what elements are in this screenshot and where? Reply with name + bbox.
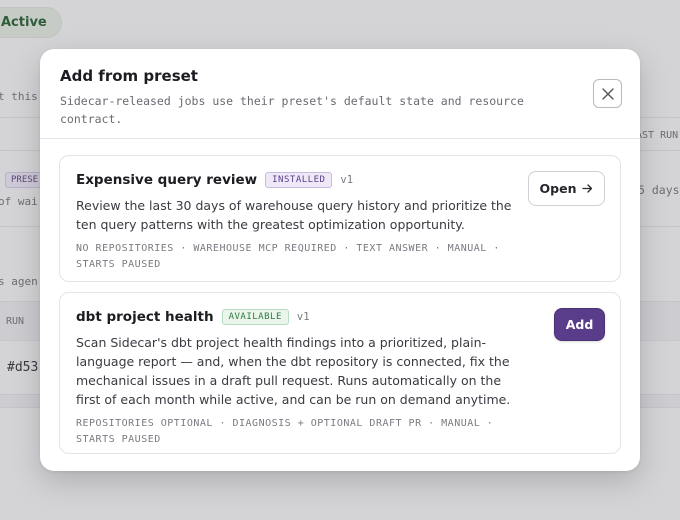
preset-meta: NO REPOSITORIES · WAREHOUSE MCP REQUIRED… <box>76 243 500 270</box>
dialog-header: Add from preset Sidecar-released jobs us… <box>40 49 640 139</box>
preset-meta: REPOSITORIES OPTIONAL · DIAGNOSIS + OPTI… <box>76 418 494 445</box>
open-button-label: Open <box>539 181 577 196</box>
close-button[interactable] <box>593 79 622 108</box>
background-badge: PRESE <box>5 172 45 188</box>
background-run-id: #d53 <box>7 360 39 375</box>
open-button[interactable]: Open <box>528 171 605 206</box>
background-text: of wai <box>0 195 38 208</box>
background-column-header: RUN <box>6 316 25 327</box>
preset-description: Scan Sidecar's dbt project health findin… <box>76 335 511 407</box>
preset-card-header: dbt project health AVAILABLE v1 <box>76 307 604 327</box>
preset-description: Review the last 30 days of warehouse que… <box>76 198 512 232</box>
add-button[interactable]: Add <box>554 308 605 341</box>
dialog-subtitle: Sidecar-released jobs use their preset's… <box>60 94 524 126</box>
add-button-label: Add <box>565 317 594 332</box>
add-from-preset-dialog: Add from preset Sidecar-released jobs us… <box>40 49 640 471</box>
preset-card-header: Expensive query review INSTALLED v1 <box>76 170 604 190</box>
status-pill: Active <box>0 7 62 38</box>
dialog-title: Add from preset <box>60 67 198 85</box>
background-text: 5 days <box>638 183 680 197</box>
arrow-right-icon <box>582 184 593 193</box>
background-text: s agen <box>0 275 38 288</box>
preset-title: dbt project health <box>76 309 214 325</box>
preset-version: v1 <box>296 311 310 323</box>
preset-card-expensive-query-review: Expensive query review INSTALLED v1 Revi… <box>59 155 621 282</box>
available-badge: AVAILABLE <box>221 309 289 325</box>
preset-version: v1 <box>340 174 354 186</box>
close-icon <box>601 87 614 100</box>
installed-badge: INSTALLED <box>265 172 333 188</box>
background-column-header: AST RUN <box>636 130 679 141</box>
background-text: t this <box>0 90 38 103</box>
preset-title: Expensive query review <box>76 172 258 188</box>
preset-card-dbt-project-health: dbt project health AVAILABLE v1 Scan Sid… <box>59 292 621 454</box>
